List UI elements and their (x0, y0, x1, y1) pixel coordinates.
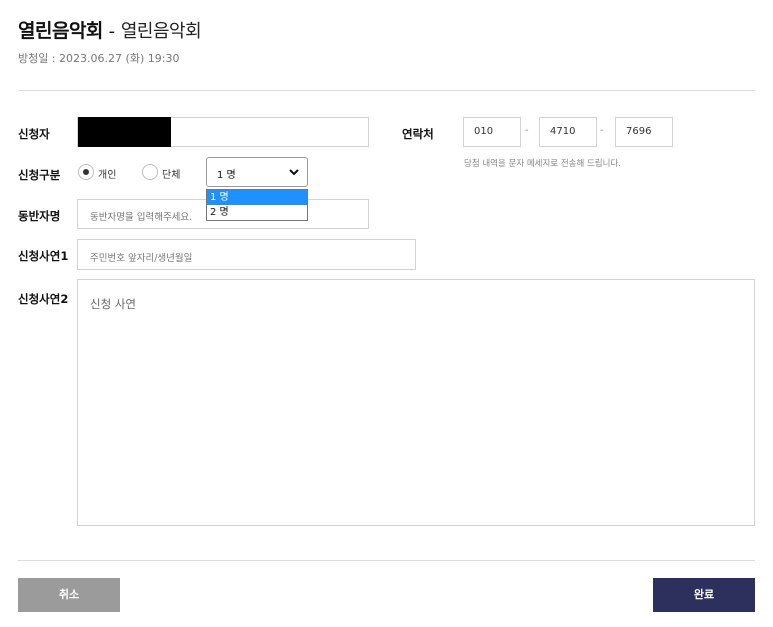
reason1-placeholder: 주민번호 앞자리/생년월일 (90, 253, 193, 264)
reason2-label: 신청사연2 (18, 292, 69, 306)
count-option-1[interactable]: 1 명 (207, 190, 307, 205)
page-title-sub: 열린음악회 (120, 21, 202, 42)
radio-individual[interactable] (78, 164, 94, 180)
radio-group[interactable] (142, 164, 158, 180)
cancel-button[interactable]: 취소 (18, 578, 120, 612)
applicant-label: 신청자 (18, 127, 50, 141)
count-option-2[interactable]: 2 명 (207, 205, 307, 220)
companion-label: 동반자명 (18, 209, 61, 223)
page-title-separator: - (102, 21, 121, 42)
count-select-value: 1 명 (217, 170, 236, 181)
page-title-main: 열린음악회 (18, 20, 103, 42)
count-dropdown-list[interactable]: 1 명 2 명 (206, 189, 308, 221)
done-button[interactable]: 완료 (653, 578, 755, 612)
page-title: 열린음악회 - 열린음악회 (18, 16, 202, 42)
top-divider (18, 90, 755, 91)
reason2-textarea[interactable] (77, 279, 755, 526)
broadcast-date: 방청일 : 2023.06.27 (화) 19:30 (18, 52, 180, 65)
chevron-down-icon (289, 169, 299, 176)
redacted-name (78, 117, 171, 147)
type-label: 신청구분 (18, 168, 61, 182)
radio-group-label[interactable]: 단체 (162, 166, 180, 181)
reason1-label: 신청사연1 (18, 249, 69, 263)
phone-note: 당첨 내역을 문자 메세지로 전송해 드립니다. (464, 159, 621, 169)
contact-label: 연락처 (402, 127, 434, 141)
count-select[interactable]: 1 명 (206, 157, 308, 187)
radio-individual-label[interactable]: 개인 (98, 166, 116, 181)
phone-dash-1: - (525, 125, 529, 136)
phone-dash-2: - (600, 125, 604, 136)
bottom-divider (18, 560, 755, 561)
phone-part1-field[interactable]: 010 (463, 117, 521, 147)
phone-part3-field[interactable]: 7696 (615, 117, 673, 147)
reason2-placeholder: 신청 사연 (90, 297, 136, 311)
companion-placeholder: 동반자명을 입력해주세요. (90, 212, 193, 223)
phone-part2-field[interactable]: 4710 (539, 117, 597, 147)
